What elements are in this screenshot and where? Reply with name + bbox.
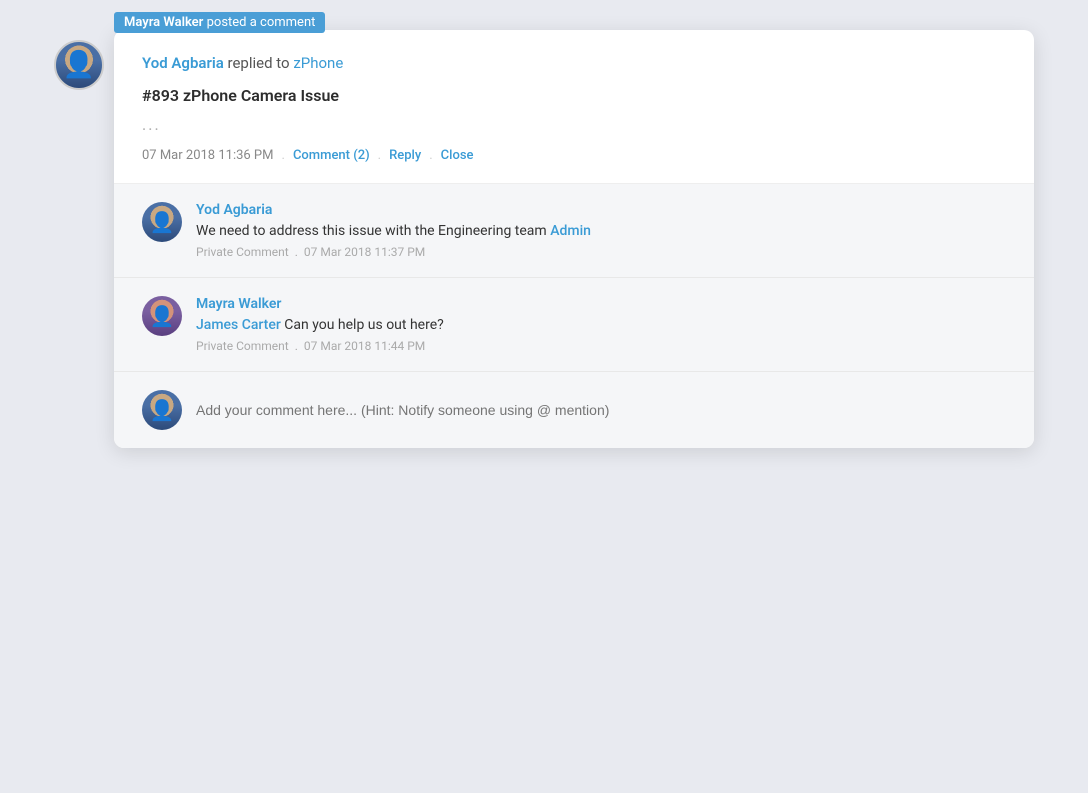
- comment-meta-2: Private Comment . 07 Mar 2018 11:44 PM: [196, 339, 1006, 353]
- comment-item: 👤 Yod Agbaria We need to address this is…: [114, 184, 1034, 278]
- comment-dot-1: .: [295, 245, 298, 259]
- main-avatar-wrapper: 👤: [54, 40, 104, 90]
- comment-content-2: Mayra Walker James Carter Can you help u…: [196, 296, 1006, 353]
- replied-line: Yod Agbaria replied to zPhone: [142, 54, 1006, 72]
- comment-link[interactable]: Comment (2): [293, 148, 370, 163]
- comment-mention-1[interactable]: Admin: [550, 223, 591, 239]
- comment-text-2: James Carter Can you help us out here?: [196, 317, 1006, 333]
- notification-poster: Mayra Walker: [124, 15, 203, 30]
- meta-line: 07 Mar 2018 11:36 PM . Comment (2) . Rep…: [142, 148, 1006, 163]
- header-timestamp: 07 Mar 2018 11:36 PM: [142, 148, 274, 163]
- comment-type-1: Private Comment: [196, 245, 289, 259]
- comment-timestamp-2: 07 Mar 2018 11:44 PM: [304, 339, 425, 353]
- comment-text-after-2: Can you help us out here?: [284, 317, 443, 333]
- notification-bar: Mayra Walker posted a comment: [114, 12, 325, 33]
- close-link[interactable]: Close: [441, 148, 474, 163]
- reply-link[interactable]: Reply: [389, 148, 421, 163]
- comment-timestamp-1: 07 Mar 2018 11:37 PM: [304, 245, 425, 259]
- comment-author-1: Yod Agbaria: [196, 202, 1006, 218]
- comment-input[interactable]: [196, 402, 1006, 418]
- channel-link[interactable]: zPhone: [293, 54, 343, 72]
- dot-1: .: [282, 148, 285, 163]
- comments-section: 👤 Yod Agbaria We need to address this is…: [114, 184, 1034, 448]
- comment-author-2: Mayra Walker: [196, 296, 1006, 312]
- comment-item-2: 👤 Mayra Walker James Carter Can you help…: [114, 278, 1034, 372]
- comment-mention-2[interactable]: James Carter: [196, 317, 281, 333]
- comment-meta-1: Private Comment . 07 Mar 2018 11:37 PM: [196, 245, 1006, 259]
- comment-text-1: We need to address this issue with the E…: [196, 223, 1006, 239]
- main-avatar-icon: 👤: [63, 50, 95, 80]
- dot-2: .: [378, 148, 381, 163]
- comment-dot-2: .: [295, 339, 298, 353]
- comment-input-avatar-icon: 👤: [150, 398, 175, 422]
- comment-content-1: Yod Agbaria We need to address this issu…: [196, 202, 1006, 259]
- notification-wrapper: Mayra Walker posted a comment 👤 Yod Agba…: [54, 30, 1034, 448]
- ticket-title: #893 zPhone Camera Issue: [142, 86, 1006, 105]
- comment-input-area: 👤: [114, 372, 1034, 448]
- comment-avatar-1-icon: 👤: [150, 210, 175, 234]
- comment-input-avatar: 👤: [142, 390, 182, 430]
- comment-avatar-1: 👤: [142, 202, 182, 242]
- actor-name-link[interactable]: Yod Agbaria: [142, 54, 224, 72]
- notification-card: Yod Agbaria replied to zPhone #893 zPhon…: [114, 30, 1034, 448]
- action-text: replied to: [228, 54, 294, 72]
- main-avatar: 👤: [54, 40, 104, 90]
- comment-type-2: Private Comment: [196, 339, 289, 353]
- comment-avatar-2-icon: 👤: [150, 304, 175, 328]
- ellipsis-text: ...: [142, 115, 1006, 134]
- comment-text-before-1: We need to address this issue with the E…: [196, 223, 547, 239]
- notification-action: posted a comment: [207, 15, 316, 30]
- card-header: Yod Agbaria replied to zPhone #893 zPhon…: [114, 30, 1034, 184]
- dot-3: .: [429, 148, 432, 163]
- comment-avatar-2: 👤: [142, 296, 182, 336]
